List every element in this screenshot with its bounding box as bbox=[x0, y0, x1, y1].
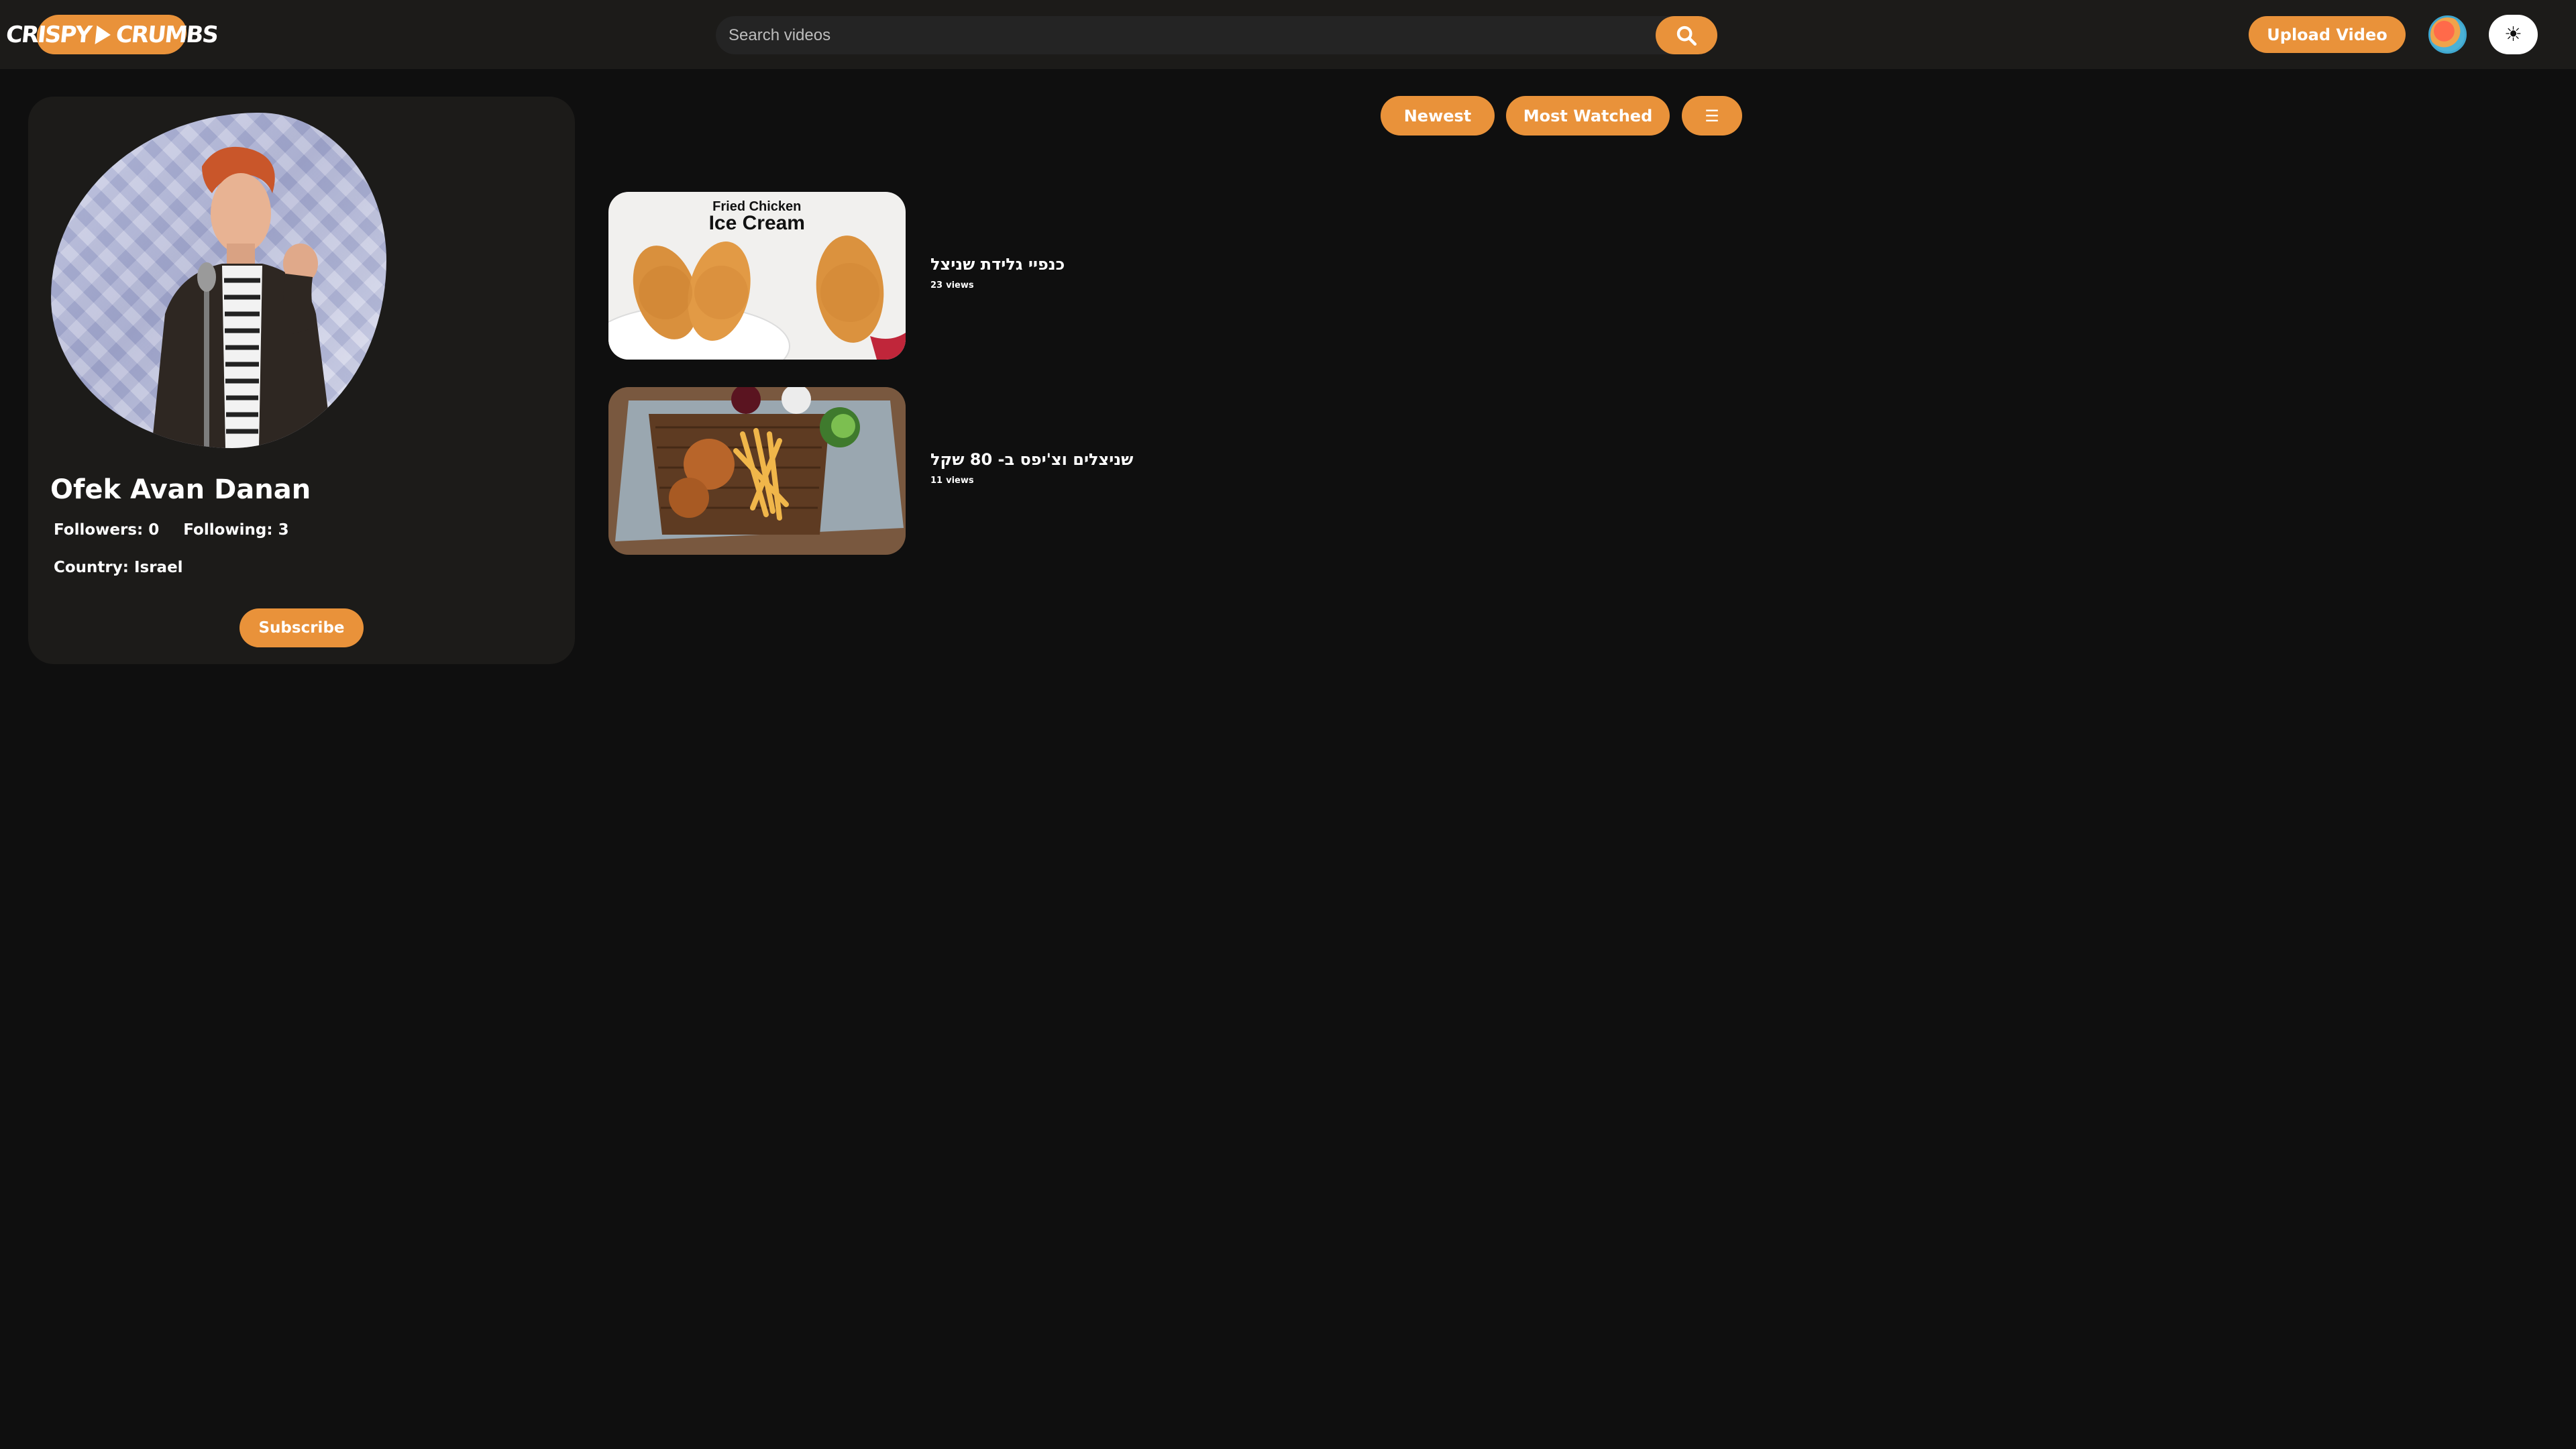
following-count: 3 bbox=[278, 521, 289, 539]
sort-most-watched-button[interactable]: Most Watched bbox=[1506, 96, 1670, 136]
video-views: 11 views bbox=[930, 476, 1133, 486]
profile-photo-illustration bbox=[152, 146, 333, 448]
play-icon bbox=[95, 25, 112, 44]
theme-toggle-button[interactable]: ☀ bbox=[2489, 15, 2538, 54]
country-value: Israel bbox=[133, 559, 183, 576]
country-info: Country: Israel bbox=[54, 559, 183, 576]
followers-label: Followers: bbox=[54, 521, 144, 539]
video-item[interactable]: Fried Chicken Ice Cream כנפיי גלידת שניצ… bbox=[608, 192, 1413, 360]
video-thumbnail-illustration bbox=[608, 387, 906, 555]
profile-card: Ofek Avan Danan Followers: 0 Following: … bbox=[28, 97, 575, 664]
following-label: Following: bbox=[183, 521, 273, 539]
views-count: 23 bbox=[930, 280, 943, 290]
video-thumbnail[interactable] bbox=[608, 387, 906, 555]
video-title[interactable]: כנפיי גלידת שניצל bbox=[930, 255, 1065, 274]
thumbnail-caption: Fried Chicken Ice Cream bbox=[709, 200, 805, 233]
logo[interactable]: CRISPY CRUMBS bbox=[5, 15, 219, 54]
sun-icon: ☀ bbox=[2504, 23, 2522, 46]
profile-photo bbox=[51, 113, 386, 448]
search-icon bbox=[1676, 25, 1697, 46]
search-input[interactable] bbox=[716, 16, 1655, 54]
video-item[interactable]: שניצלים וצ'יפס ב- 80 שקל 11 views bbox=[608, 387, 1413, 555]
profile-name: Ofek Avan Danan bbox=[50, 474, 311, 505]
video-meta: כנפיי גלידת שניצל 23 views bbox=[930, 255, 1065, 290]
subscribe-button[interactable]: Subscribe bbox=[239, 608, 364, 647]
menu-icon: ☰ bbox=[1705, 106, 1719, 125]
thumbnail-caption-line1: Fried Chicken bbox=[712, 199, 802, 214]
video-thumbnail[interactable]: Fried Chicken Ice Cream bbox=[608, 192, 906, 360]
user-avatar[interactable] bbox=[2428, 15, 2467, 54]
video-views: 23 views bbox=[930, 280, 1065, 290]
search-bar bbox=[716, 16, 1717, 54]
sort-menu-button[interactable]: ☰ bbox=[1682, 96, 1742, 136]
thumbnail-caption-line2: Ice Cream bbox=[708, 212, 805, 234]
country-label: Country: bbox=[54, 559, 129, 576]
profile-stats: Followers: 0 Following: 3 bbox=[54, 521, 289, 539]
video-title[interactable]: שניצלים וצ'יפס ב- 80 שקל bbox=[930, 450, 1133, 469]
logo-text-right: CRUMBS bbox=[114, 21, 219, 48]
views-label: views bbox=[946, 280, 974, 290]
sort-newest-button[interactable]: Newest bbox=[1381, 96, 1495, 136]
logo-text-left: CRISPY bbox=[5, 21, 93, 48]
followers-stat[interactable]: Followers: 0 bbox=[54, 521, 159, 539]
views-label: views bbox=[946, 476, 974, 486]
top-navbar: CRISPY CRUMBS Upload Video ☀ bbox=[0, 0, 2576, 69]
video-meta: שניצלים וצ'יפס ב- 80 שקל 11 views bbox=[930, 450, 1133, 486]
followers-count: 0 bbox=[148, 521, 160, 539]
upload-video-button[interactable]: Upload Video bbox=[2249, 16, 2406, 53]
search-button[interactable] bbox=[1656, 16, 1717, 54]
views-count: 11 bbox=[930, 476, 943, 486]
following-stat[interactable]: Following: 3 bbox=[183, 521, 288, 539]
